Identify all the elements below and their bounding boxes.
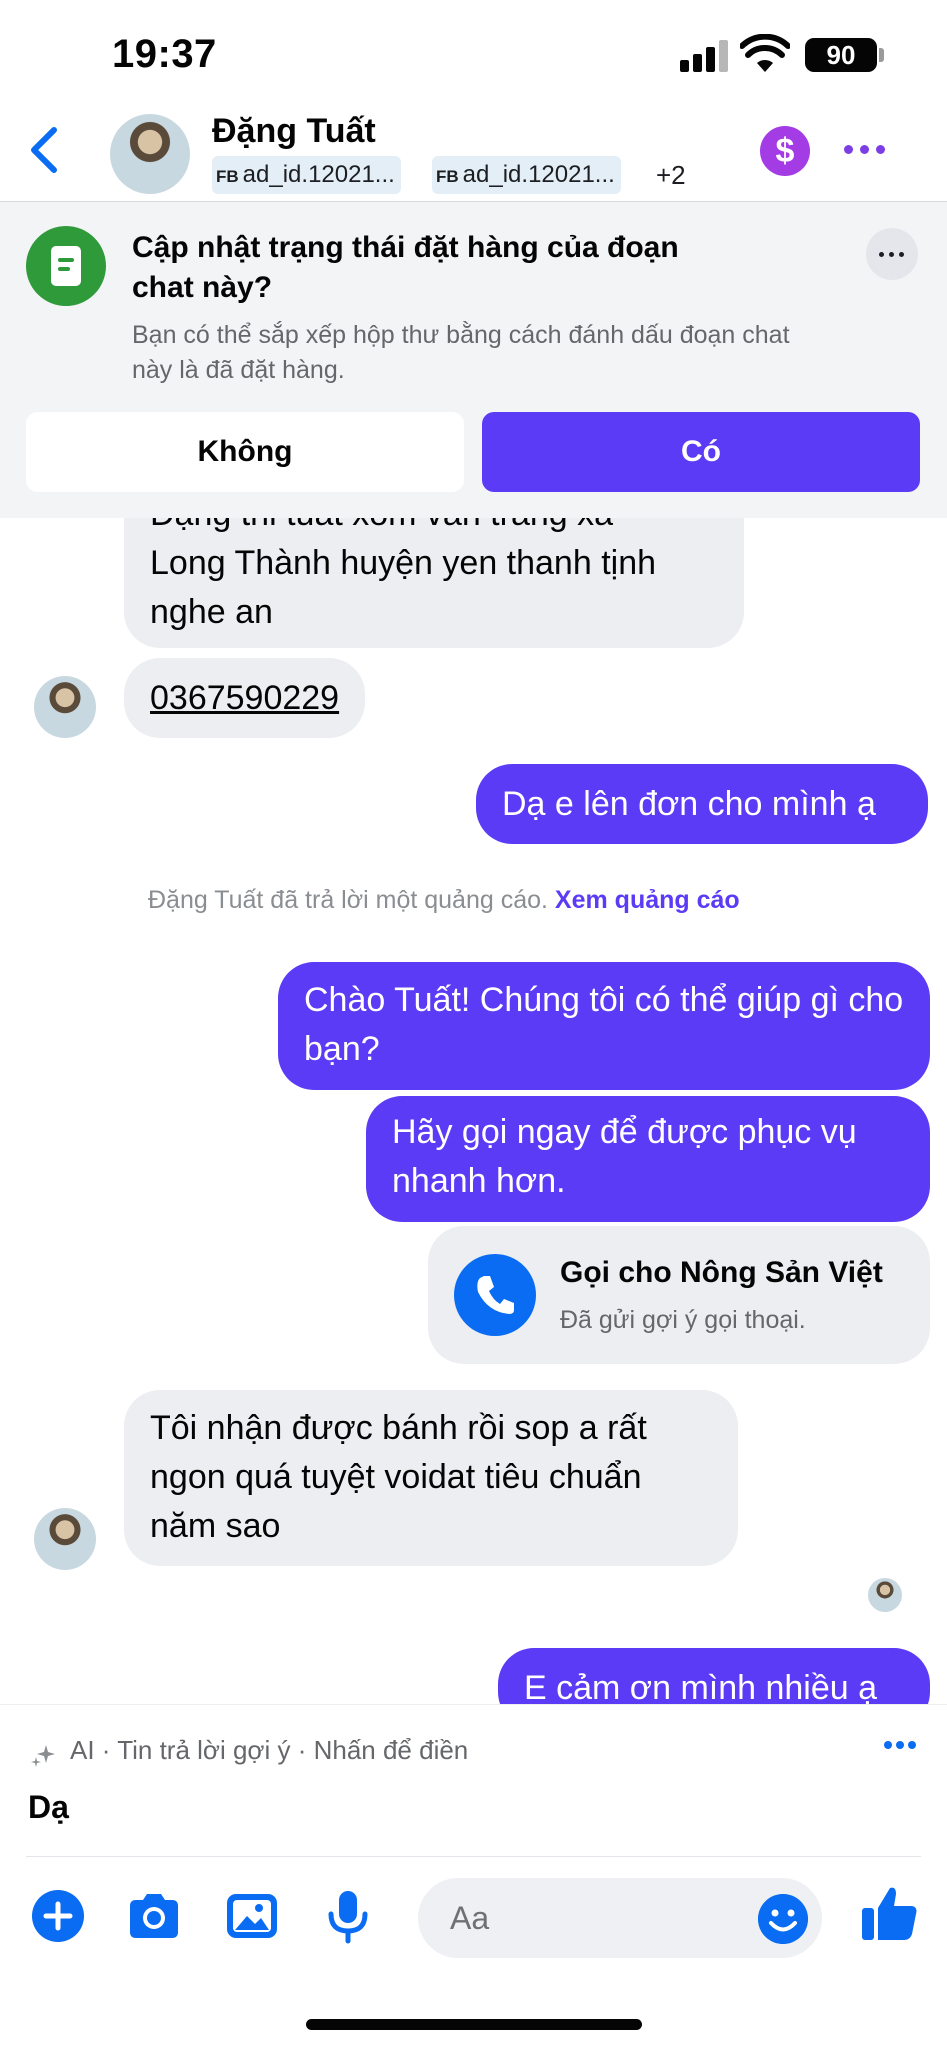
message-composer	[0, 1860, 947, 1980]
call-card-subtitle: Đã gửi gợi ý gọi thoại.	[560, 1306, 806, 1334]
wifi-icon	[740, 34, 790, 72]
outgoing-message-thanks[interactable]: E cảm ơn mình nhiều ạ	[498, 1648, 930, 1704]
sender-avatar[interactable]	[34, 1508, 96, 1570]
image-icon[interactable]	[224, 1888, 280, 1944]
call-suggestion-card[interactable]: Gọi cho Nông Sản Việt Đã gửi gợi ý gọi t…	[428, 1226, 930, 1364]
emoji-icon[interactable]	[758, 1894, 808, 1944]
incoming-message-address[interactable]: Đặng thi tuat xom van trang xa Long Thàn…	[124, 518, 744, 648]
outgoing-message[interactable]: Dạ e lên đơn cho mình ạ	[476, 764, 928, 844]
more-dots-icon[interactable]	[840, 130, 890, 170]
home-indicator	[306, 2019, 642, 2030]
view-ad-link[interactable]: Xem quảng cáo	[555, 886, 740, 914]
message-list[interactable]: Đặng thi tuat xom van trang xa Long Thàn…	[0, 518, 947, 1704]
ai-suggested-reply[interactable]: Dạ	[28, 1789, 69, 1826]
order-doc-icon	[26, 226, 106, 306]
divider	[26, 1856, 921, 1857]
call-card-title: Gọi cho Nông Sản Việt	[560, 1256, 883, 1289]
ai-suggestion-label: AI · Tin trả lời gợi ý · Nhấn để điền	[70, 1735, 469, 1765]
ad-chip-label: ad_id.12021...	[242, 161, 395, 188]
facebook-badge-icon: FB	[216, 167, 239, 186]
contact-avatar[interactable]	[110, 114, 190, 194]
incoming-message-feedback[interactable]: Tôi nhận được bánh rồi sop a rất ngon qu…	[124, 1390, 738, 1566]
ad-reply-text: Đặng Tuất đã trả lời một quảng cáo.	[148, 886, 548, 914]
chat-header: Đặng Tuất FB ad_id.12021... FB ad_id.12021…	[0, 100, 947, 202]
incoming-message-phone[interactable]: 0367590229	[124, 658, 366, 738]
banner-title: Cập nhật trạng thái đặt hàng của đoạn ch…	[132, 231, 679, 304]
more-ads-count[interactable]: +2	[656, 160, 686, 191]
ad-chip[interactable]: FB ad_id.12021...	[432, 156, 621, 194]
back-chevron-icon[interactable]	[22, 122, 66, 178]
camera-icon[interactable]	[126, 1888, 182, 1944]
phone-icon	[454, 1254, 536, 1336]
read-receipt-avatar	[868, 1578, 902, 1612]
status-time: 19:37	[112, 32, 217, 76]
banner-description: Bạn có thể sắp xếp hộp thư bằng cách đán…	[132, 321, 790, 384]
no-button[interactable]: Không	[26, 412, 464, 492]
status-bar: 19:37 90	[0, 0, 947, 100]
plus-icon[interactable]	[30, 1888, 86, 1944]
contact-name[interactable]: Đặng Tuất	[212, 112, 376, 151]
message-text: Long Thành huyện yen thanh tịnh	[150, 544, 657, 582]
message-text: nghe an	[150, 593, 273, 631]
ad-reply-notice: Đặng Tuất đã trả lời một quảng cáo. Xem …	[148, 886, 740, 915]
order-status-banner: Cập nhật trạng thái đặt hàng của đoạn ch…	[0, 202, 947, 518]
dollar-icon[interactable]: $	[760, 126, 810, 176]
ad-chip[interactable]: FB ad_id.12021...	[212, 156, 401, 194]
ai-more-icon[interactable]	[880, 1735, 920, 1755]
message-text: Đặng thi tuat xom van trang xa	[150, 518, 718, 539]
banner-more-icon[interactable]	[866, 228, 918, 280]
sender-avatar[interactable]	[34, 676, 96, 738]
ai-suggestion-bar[interactable]: AI · Tin trả lời gợi ý · Nhấn để điền Dạ	[0, 1704, 947, 1858]
cellular-signal-icon	[680, 40, 730, 72]
ai-sparkle-icon	[31, 1745, 55, 1767]
battery-indicator: 90	[805, 38, 877, 72]
outgoing-message-call-prompt[interactable]: Hãy gọi ngay để được phục vụ nhanh hơn.	[366, 1096, 930, 1222]
facebook-badge-icon: FB	[436, 167, 459, 186]
outgoing-message-greeting[interactable]: Chào Tuất! Chúng tôi có thể giúp gì cho …	[278, 962, 930, 1090]
ad-chip-label: ad_id.12021...	[462, 161, 615, 188]
thumbs-up-icon[interactable]	[858, 1882, 920, 1944]
battery-tip	[879, 48, 884, 62]
yes-button[interactable]: Có	[482, 412, 920, 492]
microphone-icon[interactable]	[320, 1888, 376, 1944]
